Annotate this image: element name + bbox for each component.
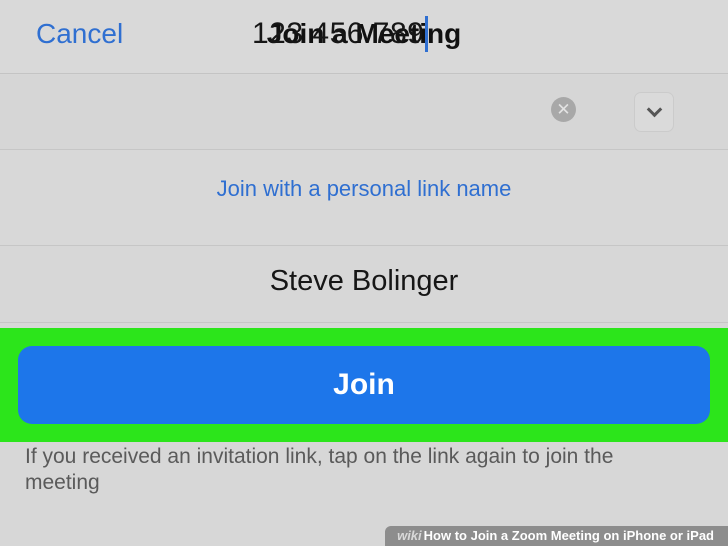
wikihow-watermark: wiki How to Join a Zoom Meeting on iPhone… [385,526,728,546]
meeting-history-dropdown-button[interactable] [634,92,674,132]
clear-icon[interactable]: ✕ [551,97,576,122]
invitation-hint-text: If you received an invitation link, tap … [25,445,614,494]
watermark-title: How to Join a Zoom Meeting on iPhone or … [423,528,714,543]
meeting-id-value: 123 456 789 [252,17,425,50]
chevron-down-icon [646,101,662,118]
wikihow-logo: wiki [397,528,422,543]
join-button[interactable]: Join [18,346,710,424]
text-cursor [425,16,429,52]
meeting-id-row [0,75,728,150]
meeting-id-input[interactable]: 123 456 789 [252,16,429,52]
display-name-input[interactable]: Steve Bolinger [0,265,728,298]
personal-link-name-link[interactable]: Join with a personal link name [0,176,728,202]
